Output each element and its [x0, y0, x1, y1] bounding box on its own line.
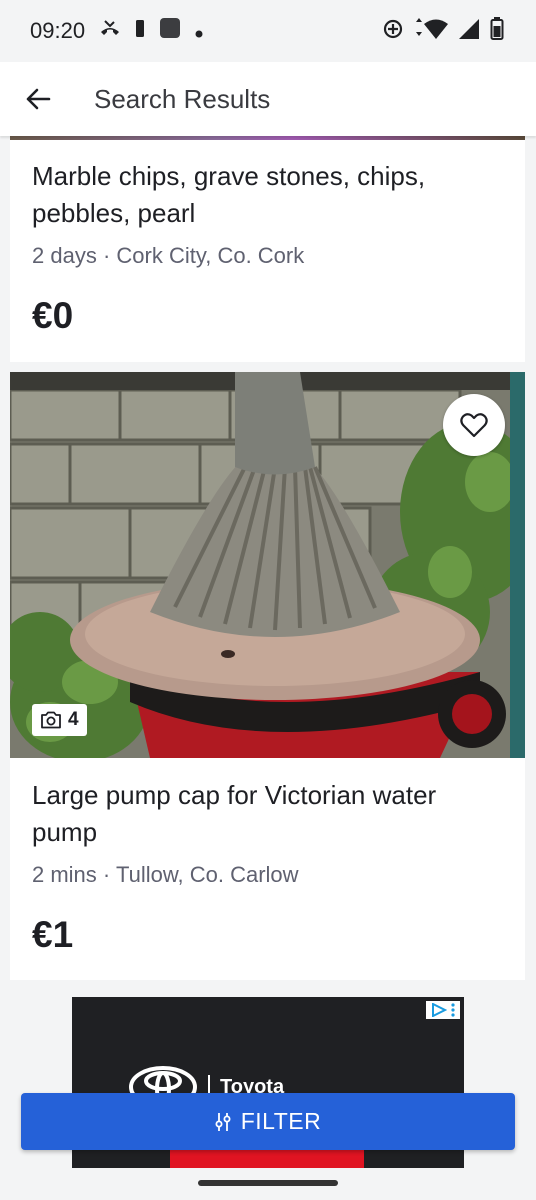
back-button[interactable]	[8, 69, 68, 129]
listing-price: €1	[32, 914, 74, 955]
battery-saver-icon	[135, 18, 145, 44]
favourite-button[interactable]	[443, 394, 505, 456]
listing-age: 2 days	[32, 243, 97, 268]
battery-icon	[490, 16, 504, 46]
wifi-icon	[414, 17, 448, 45]
listing-price: €0	[32, 295, 74, 336]
data-saver-icon	[382, 18, 404, 45]
listing-location: Tullow, Co. Carlow	[115, 862, 299, 887]
listing-photo[interactable]: 4	[10, 372, 525, 758]
home-indicator[interactable]	[198, 1180, 338, 1186]
app-notification-icon	[159, 17, 181, 45]
app-bar: Search Results	[0, 62, 536, 136]
listing-meta: 2 days · Cork City, Co. Cork	[32, 243, 304, 269]
back-arrow-icon	[26, 88, 51, 110]
more-notifications-dot-icon	[195, 18, 203, 44]
listing-image-edge	[10, 136, 525, 140]
listing-card[interactable]: 4 Large pump cap for Victorian water pum…	[10, 372, 525, 980]
status-bar: 09:20	[0, 0, 536, 62]
listing-location: Cork City, Co. Cork	[116, 243, 305, 268]
photo-count-badge: 4	[32, 704, 87, 736]
filter-button[interactable]: FILTER	[21, 1093, 515, 1150]
missed-call-icon	[99, 18, 121, 44]
meta-separator: ·	[102, 243, 111, 268]
listing-age: 2 mins	[32, 862, 97, 887]
status-time: 09:20	[30, 18, 86, 43]
listing-title: Marble chips, grave stones, chips, pebbl…	[32, 161, 426, 228]
page-title: Search Results	[94, 83, 271, 114]
filter-sliders-icon	[215, 1112, 231, 1131]
meta-separator: ·	[102, 862, 111, 887]
photo-count: 4	[68, 709, 79, 730]
heart-icon	[460, 413, 488, 438]
filter-label: FILTER	[240, 1108, 322, 1134]
ad-choices-icon[interactable]	[426, 1001, 460, 1019]
listing-card[interactable]: Marble chips, grave stones, chips, pebbl…	[10, 136, 525, 362]
cellular-signal-icon	[458, 18, 480, 45]
camera-icon	[41, 711, 61, 729]
listing-meta: 2 mins · Tullow, Co. Carlow	[32, 862, 299, 888]
listing-title: Large pump cap for Victorian water pump	[32, 780, 437, 847]
